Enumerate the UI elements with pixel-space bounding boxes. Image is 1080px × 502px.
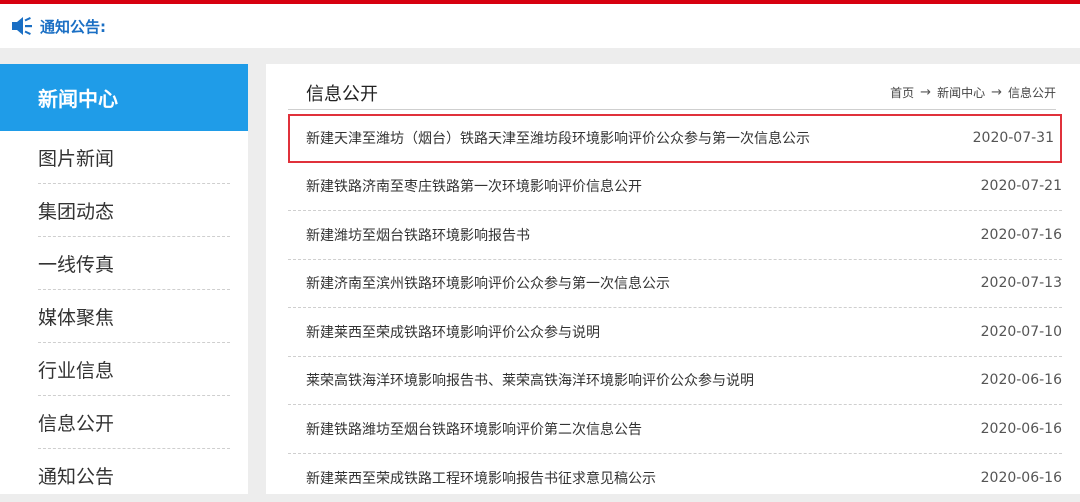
news-title[interactable]: 新建莱西至荣成铁路工程环境影响报告书征求意见稿公示: [306, 468, 656, 488]
sidebar-item-notices[interactable]: 通知公告: [38, 449, 230, 502]
list-item[interactable]: 新建铁路济南至枣庄铁路第一次环境影响评价信息公开 2020-07-21: [288, 163, 1062, 212]
list-item[interactable]: 新建潍坊至烟台铁路环境影响报告书 2020-07-16: [288, 211, 1062, 260]
sidebar-item-group-news[interactable]: 集团动态: [38, 184, 230, 237]
news-title[interactable]: 新建莱西至荣成铁路环境影响评价公众参与说明: [306, 322, 600, 342]
news-date: 2020-07-10: [981, 324, 1062, 340]
list-item[interactable]: 新建铁路潍坊至烟台铁路环境影响评价第二次信息公告 2020-06-16: [288, 405, 1062, 454]
news-date: 2020-07-16: [981, 227, 1062, 243]
arrow-right-icon: →: [991, 85, 1002, 100]
list-item[interactable]: 新建莱西至荣成铁路工程环境影响报告书征求意见稿公示 2020-06-16: [288, 454, 1062, 502]
list-item[interactable]: 新建济南至滨州铁路环境影响评价公众参与第一次信息公示 2020-07-13: [288, 260, 1062, 309]
news-title[interactable]: 新建天津至潍坊（烟台）铁路天津至潍坊段环境影响评价公众参与第一次信息公示: [306, 128, 810, 148]
news-list: 新建天津至潍坊（烟台）铁路天津至潍坊段环境影响评价公众参与第一次信息公示 202…: [288, 114, 1062, 502]
news-date: 2020-07-21: [981, 178, 1062, 194]
news-date: 2020-06-16: [981, 470, 1062, 486]
list-item[interactable]: 新建天津至潍坊（烟台）铁路天津至潍坊段环境影响评价公众参与第一次信息公示 202…: [288, 114, 1062, 163]
news-title[interactable]: 莱荣高铁海洋环境影响报告书、莱荣高铁海洋环境影响评价公众参与说明: [306, 370, 754, 390]
speaker-icon: [10, 16, 34, 36]
sidebar-item-info-disclosure[interactable]: 信息公开: [38, 396, 230, 449]
sidebar: 新闻中心 图片新闻 集团动态 一线传真 媒体聚焦 行业信息 信息公开 通知公告: [0, 64, 248, 494]
breadcrumb-current[interactable]: 信息公开: [1008, 84, 1056, 101]
page-title: 信息公开: [306, 80, 378, 106]
notice-bar: 通知公告:: [0, 4, 1080, 48]
sidebar-header[interactable]: 新闻中心: [0, 64, 248, 131]
notice-label[interactable]: 通知公告:: [40, 16, 106, 37]
main-header: 信息公开 首页 → 新闻中心 → 信息公开: [288, 78, 1056, 110]
sidebar-item-picture-news[interactable]: 图片新闻: [38, 131, 230, 184]
sidebar-nav: 图片新闻 集团动态 一线传真 媒体聚焦 行业信息 信息公开 通知公告: [0, 131, 248, 502]
sidebar-item-industry-info[interactable]: 行业信息: [38, 343, 230, 396]
news-title[interactable]: 新建铁路潍坊至烟台铁路环境影响评价第二次信息公告: [306, 419, 642, 439]
sidebar-item-frontline[interactable]: 一线传真: [38, 237, 230, 290]
news-title[interactable]: 新建济南至滨州铁路环境影响评价公众参与第一次信息公示: [306, 273, 670, 293]
news-title[interactable]: 新建铁路济南至枣庄铁路第一次环境影响评价信息公开: [306, 176, 642, 196]
breadcrumb-home[interactable]: 首页: [890, 84, 914, 101]
breadcrumb: 首页 → 新闻中心 → 信息公开: [890, 84, 1056, 101]
arrow-right-icon: →: [920, 85, 931, 100]
news-date: 2020-07-13: [981, 275, 1062, 291]
news-date: 2020-06-16: [981, 372, 1062, 388]
main-content: 信息公开 首页 → 新闻中心 → 信息公开 新建天津至潍坊（烟台）铁路天津至潍坊…: [266, 64, 1080, 494]
list-item[interactable]: 新建莱西至荣成铁路环境影响评价公众参与说明 2020-07-10: [288, 308, 1062, 357]
news-date: 2020-07-31: [973, 130, 1054, 146]
list-item[interactable]: 莱荣高铁海洋环境影响报告书、莱荣高铁海洋环境影响评价公众参与说明 2020-06…: [288, 357, 1062, 406]
breadcrumb-news-center[interactable]: 新闻中心: [937, 84, 985, 101]
news-title[interactable]: 新建潍坊至烟台铁路环境影响报告书: [306, 225, 530, 245]
sidebar-item-media-focus[interactable]: 媒体聚焦: [38, 290, 230, 343]
news-date: 2020-06-16: [981, 421, 1062, 437]
